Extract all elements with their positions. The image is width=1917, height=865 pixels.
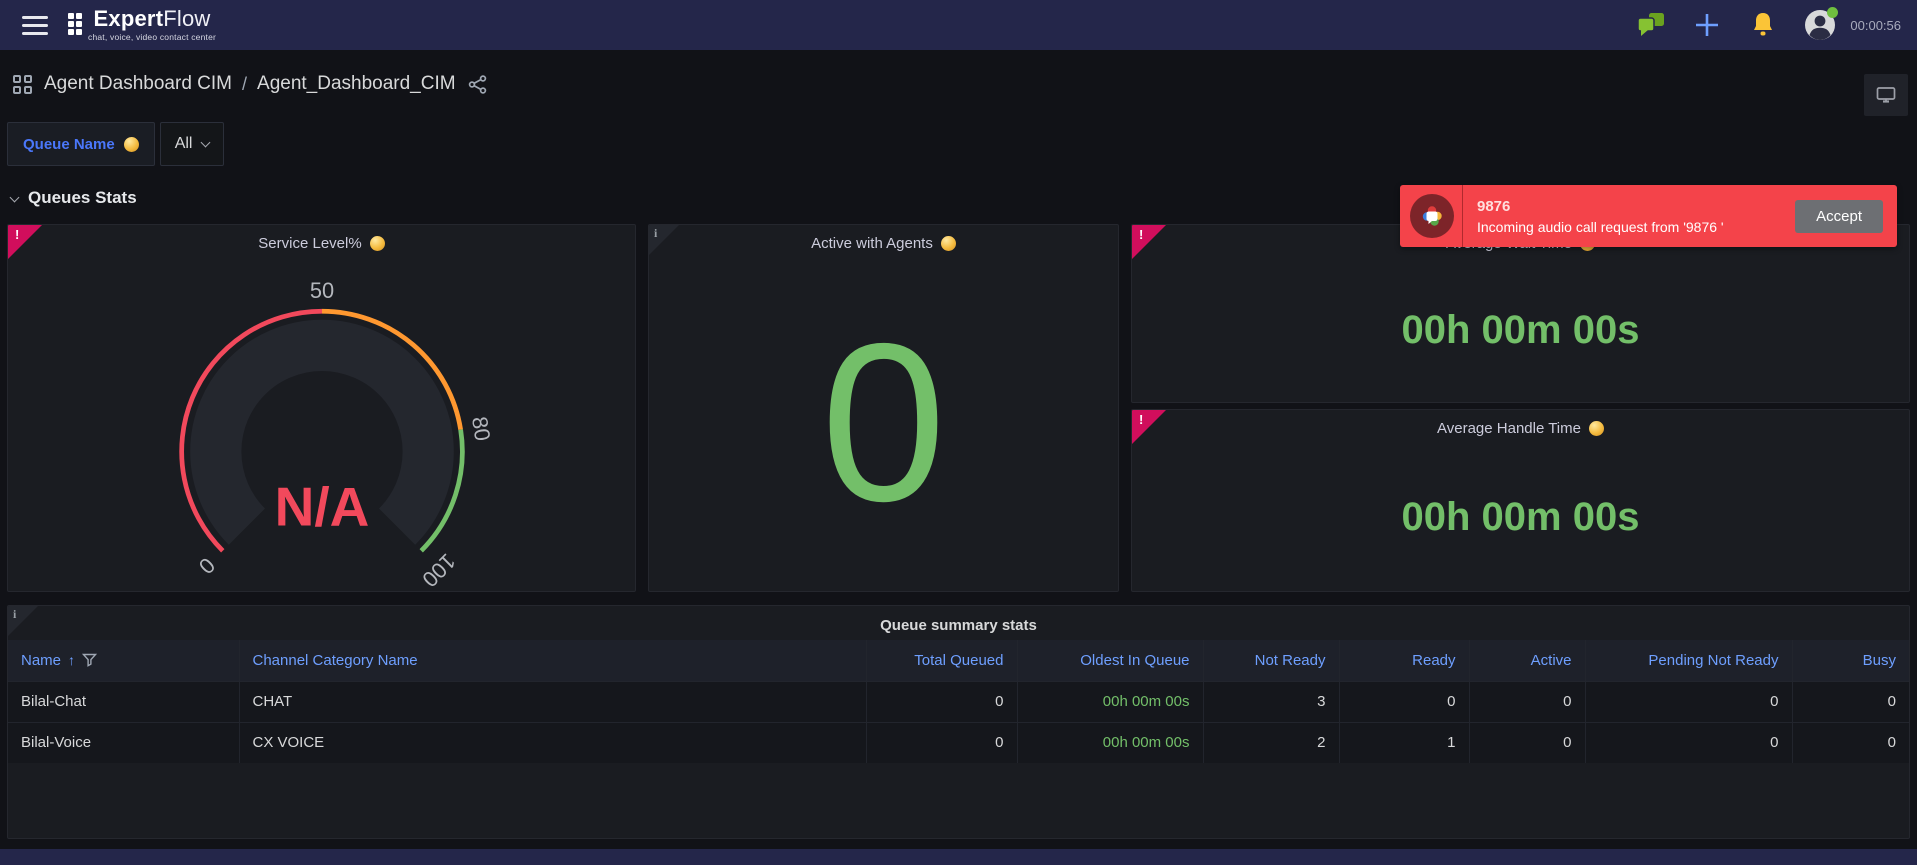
cell-ready: 0 xyxy=(1339,681,1469,722)
accept-call-button[interactable]: Accept xyxy=(1795,200,1883,233)
cell-active: 0 xyxy=(1469,722,1585,763)
queue-summary-title: Queue summary stats xyxy=(8,606,1909,640)
warning-dot-icon xyxy=(124,137,139,152)
share-icon[interactable] xyxy=(468,75,487,94)
table-row: Bilal-Voice CX VOICE 0 00h 00m 00s 2 1 0… xyxy=(8,722,1909,763)
cell-name: Bilal-Voice xyxy=(8,722,239,763)
breadcrumb-dashboard[interactable]: Agent Dashboard CIM xyxy=(44,73,232,95)
service-level-title-text: Service Level% xyxy=(258,235,361,252)
gauge-tick-80: 80 xyxy=(466,415,494,443)
logo-dots-icon xyxy=(68,13,82,35)
queue-name-filter-dropdown[interactable]: All xyxy=(160,122,225,166)
gauge-tick-0: 0 xyxy=(193,553,219,579)
queue-name-label-text: Queue Name xyxy=(23,136,115,153)
error-corner-icon[interactable]: ! xyxy=(8,225,42,259)
column-header-active[interactable]: Active xyxy=(1469,640,1585,681)
cell-oldest-in-queue: 00h 00m 00s xyxy=(1017,681,1203,722)
cell-pending-not-ready: 0 xyxy=(1585,722,1792,763)
warning-dot-icon xyxy=(370,236,385,251)
table-row: Bilal-Chat CHAT 0 00h 00m 00s 3 0 0 0 0 xyxy=(8,681,1909,722)
gauge-tick-50: 50 xyxy=(309,278,333,303)
warning-dot-icon xyxy=(941,236,956,251)
column-header-ready[interactable]: Ready xyxy=(1339,640,1469,681)
average-handle-time-panel: ! Average Handle Time 00h 00m 00s xyxy=(1131,409,1910,592)
expertflow-logo[interactable]: ExpertFlow chat, voice, video contact ce… xyxy=(68,8,216,42)
warning-dot-icon xyxy=(1589,421,1604,436)
session-timer: 00:00:56 xyxy=(1850,18,1901,33)
column-header-pending-not-ready[interactable]: Pending Not Ready xyxy=(1585,640,1792,681)
queue-summary-table: Name ↑ Channel Category Name Total Queue… xyxy=(8,640,1909,763)
incoming-call-message: Incoming audio call request from '9876 ' xyxy=(1477,219,1724,235)
queue-filter-value: All xyxy=(175,135,193,153)
cell-active: 0 xyxy=(1469,681,1585,722)
table-header-row: Name ↑ Channel Category Name Total Queue… xyxy=(8,640,1909,681)
breadcrumb-page[interactable]: Agent_Dashboard_CIM xyxy=(257,73,456,95)
queue-summary-panel: i Queue summary stats Name ↑ xyxy=(7,605,1910,839)
service-level-gauge: 0 50 80 100 N/A xyxy=(127,260,517,590)
banner-divider xyxy=(1462,185,1463,247)
cell-pending-not-ready: 0 xyxy=(1585,681,1792,722)
average-handle-time-value: 00h 00m 00s xyxy=(1402,495,1640,540)
column-header-not-ready[interactable]: Not Ready xyxy=(1203,640,1339,681)
top-navbar: ExpertFlow chat, voice, video contact ce… xyxy=(0,0,1917,50)
cell-busy: 0 xyxy=(1792,681,1909,722)
brand-tagline: chat, voice, video contact center xyxy=(88,33,216,42)
bell-icon[interactable] xyxy=(1748,10,1778,40)
average-wait-time-value: 00h 00m 00s xyxy=(1402,308,1640,353)
column-header-name[interactable]: Name ↑ xyxy=(8,640,239,681)
info-corner-icon[interactable]: i xyxy=(8,606,38,636)
cell-oldest-in-queue: 00h 00m 00s xyxy=(1017,722,1203,763)
cell-not-ready: 2 xyxy=(1203,722,1339,763)
error-corner-icon[interactable]: ! xyxy=(1132,225,1166,259)
cell-name: Bilal-Chat xyxy=(8,681,239,722)
service-level-value: N/A xyxy=(274,476,369,538)
section-title: Queues Stats xyxy=(28,188,137,208)
dashboard-grid-icon[interactable] xyxy=(13,75,32,94)
average-handle-time-title-text: Average Handle Time xyxy=(1437,420,1581,437)
cell-channel: CX VOICE xyxy=(239,722,866,763)
chat-icon[interactable] xyxy=(1636,10,1666,40)
bottom-status-bar xyxy=(0,849,1917,865)
column-header-busy[interactable]: Busy xyxy=(1792,640,1909,681)
active-with-agents-panel: i Active with Agents 0 xyxy=(648,224,1119,592)
caller-id: 9876 xyxy=(1477,198,1724,215)
breadcrumb-separator: / xyxy=(242,74,247,95)
active-with-agents-value: 0 xyxy=(821,332,946,512)
presence-status-dot xyxy=(1827,7,1838,18)
column-header-oldest-in-queue[interactable]: Oldest In Queue xyxy=(1017,640,1203,681)
caller-avatar-icon xyxy=(1410,194,1454,238)
kiosk-mode-button[interactable] xyxy=(1864,74,1908,116)
cell-ready: 1 xyxy=(1339,722,1469,763)
average-wait-time-panel: ! Average Wait Time 00h 00m 00s xyxy=(1131,224,1910,403)
brand-name: ExpertFlow xyxy=(94,8,211,30)
cell-channel: CHAT xyxy=(239,681,866,722)
avatar[interactable] xyxy=(1804,9,1836,41)
incoming-call-banner: 9876 Incoming audio call request from '9… xyxy=(1400,185,1897,247)
cell-total-queued: 0 xyxy=(866,681,1017,722)
sort-ascending-icon: ↑ xyxy=(68,652,75,668)
gauge-tick-100: 100 xyxy=(417,549,460,590)
cell-not-ready: 3 xyxy=(1203,681,1339,722)
service-level-panel: ! Service Level% 0 50 80 100 xyxy=(7,224,636,592)
queue-name-filter-label: Queue Name xyxy=(7,122,155,166)
column-header-channel[interactable]: Channel Category Name xyxy=(239,640,866,681)
menu-icon[interactable] xyxy=(22,16,48,35)
cell-total-queued: 0 xyxy=(866,722,1017,763)
active-with-agents-title-text: Active with Agents xyxy=(811,235,933,252)
filter-funnel-icon[interactable] xyxy=(82,653,97,667)
section-chevron-icon xyxy=(10,192,20,202)
column-header-name-text: Name xyxy=(21,652,61,669)
service-level-title[interactable]: Service Level% xyxy=(8,225,635,255)
column-header-total-queued[interactable]: Total Queued xyxy=(866,640,1017,681)
add-icon[interactable] xyxy=(1692,10,1722,40)
info-corner-icon[interactable]: i xyxy=(649,225,679,255)
active-with-agents-title[interactable]: Active with Agents xyxy=(649,225,1118,255)
error-corner-icon[interactable]: ! xyxy=(1132,410,1166,444)
cell-busy: 0 xyxy=(1792,722,1909,763)
average-handle-time-title[interactable]: Average Handle Time xyxy=(1132,410,1909,440)
breadcrumb: Agent Dashboard CIM / Agent_Dashboard_CI… xyxy=(7,62,1910,106)
chevron-down-icon xyxy=(201,137,211,147)
